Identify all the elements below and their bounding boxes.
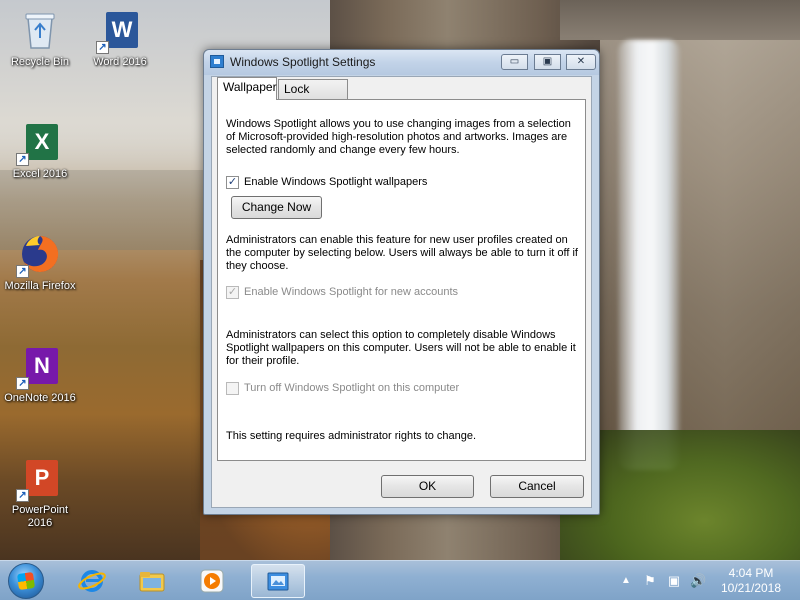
desktop-icon-label: Recycle Bin — [10, 56, 70, 68]
spotlight-settings-icon — [267, 572, 289, 591]
excel-icon: X ↗ — [16, 120, 62, 166]
admin-rights-note: This setting requires administrator righ… — [226, 430, 477, 442]
close-button[interactable]: ✕ — [566, 54, 596, 70]
file-explorer-icon — [139, 572, 165, 592]
minimize-button[interactable]: ▭ — [501, 54, 528, 70]
internet-explorer-icon — [78, 570, 106, 592]
dialog-title-bar[interactable]: Windows Spotlight Settings ▭ ▣ ✕ — [204, 50, 599, 75]
change-now-button[interactable]: Change Now — [231, 196, 322, 219]
admin-text-new-accounts: Administrators can enable this feature f… — [226, 234, 578, 272]
desktop-icon-label: PowerPoint 2016 — [11, 504, 69, 529]
taskbar: ▲ ⚑ ▣ 🔊 — [0, 560, 800, 600]
spotlight-settings-dialog: Windows Spotlight Settings ▭ ▣ ✕ Wallpap… — [203, 49, 600, 515]
onenote-icon: N ↗ — [16, 344, 62, 390]
show-hidden-icons-icon[interactable]: ▲ — [618, 573, 634, 589]
powerpoint-icon: P ↗ — [16, 456, 62, 502]
desktop-icon-label: OneNote 2016 — [4, 392, 76, 404]
action-center-icon[interactable]: ⚑ — [642, 573, 658, 589]
taskbar-internet-explorer[interactable] — [64, 564, 118, 598]
clock-date: 10/21/2018 — [720, 581, 782, 595]
tab-wallpaper[interactable]: Wallpaper — [217, 77, 277, 100]
checkbox-box[interactable] — [226, 382, 239, 395]
admin-text-disable: Administrators can select this option to… — [226, 329, 576, 367]
clock-time: 4:04 PM — [728, 566, 774, 580]
intro-text: Windows Spotlight allows you to use chan… — [226, 118, 571, 156]
turn-off-spotlight-label[interactable]: Turn off Windows Spotlight on this compu… — [244, 382, 459, 395]
word-icon: W ↗ — [96, 8, 142, 54]
taskbar-clock[interactable]: 4:04 PM 10/21/2018 — [716, 566, 786, 596]
taskbar-file-explorer[interactable] — [124, 564, 178, 598]
checkbox-box[interactable]: ✓ — [226, 176, 239, 189]
checkbox-box[interactable]: ✓ — [226, 286, 239, 299]
recycle-bin-icon — [18, 8, 62, 52]
desktop-icon-powerpoint[interactable]: P ↗ PowerPoint 2016 — [2, 456, 78, 530]
maximize-button[interactable]: ▣ — [534, 54, 561, 70]
enable-wallpapers-label[interactable]: Enable Windows Spotlight wallpapers — [244, 176, 427, 189]
desktop-icon-recycle-bin[interactable]: Recycle Bin — [2, 8, 78, 69]
start-button[interactable] — [8, 563, 44, 599]
dialog-title: Windows Spotlight Settings — [230, 55, 376, 69]
desktop-icon-label: Mozilla Firefox — [4, 280, 76, 292]
shortcut-arrow-icon: ↗ — [16, 153, 29, 166]
volume-icon[interactable]: 🔊 — [690, 573, 706, 589]
desktop-icon-excel[interactable]: X ↗ Excel 2016 — [2, 120, 78, 181]
shortcut-arrow-icon: ↗ — [96, 41, 109, 54]
dialog-client-area: Wallpaper Lock Screen Windows Spotlight … — [211, 76, 592, 508]
desktop-icon-onenote[interactable]: N ↗ OneNote 2016 — [2, 344, 78, 405]
desktop-icon-firefox[interactable]: ↗ Mozilla Firefox — [2, 232, 78, 293]
media-player-icon — [200, 569, 224, 593]
desktop-icon-word[interactable]: W ↗ Word 2016 — [82, 8, 158, 69]
desktop-icon-label: Excel 2016 — [12, 168, 68, 180]
background-bridge — [560, 0, 800, 40]
firefox-icon: ↗ — [16, 232, 62, 278]
background-waterfall — [618, 40, 680, 470]
ok-button[interactable]: OK — [381, 475, 474, 498]
desktop-icon-label: Word 2016 — [93, 56, 147, 68]
spotlight-app-icon — [210, 55, 224, 68]
shortcut-arrow-icon: ↗ — [16, 265, 29, 278]
taskbar-media-player[interactable] — [184, 564, 238, 598]
enable-new-accounts-label[interactable]: Enable Windows Spotlight for new account… — [244, 286, 458, 299]
tab-lock-screen[interactable]: Lock Screen — [278, 79, 348, 114]
network-icon[interactable]: ▣ — [666, 573, 682, 589]
cancel-button[interactable]: Cancel — [490, 475, 584, 498]
taskbar-spotlight-settings[interactable] — [251, 564, 305, 598]
shortcut-arrow-icon: ↗ — [16, 377, 29, 390]
shortcut-arrow-icon: ↗ — [16, 489, 29, 502]
wallpaper-tab-panel: Windows Spotlight allows you to use chan… — [217, 99, 586, 461]
